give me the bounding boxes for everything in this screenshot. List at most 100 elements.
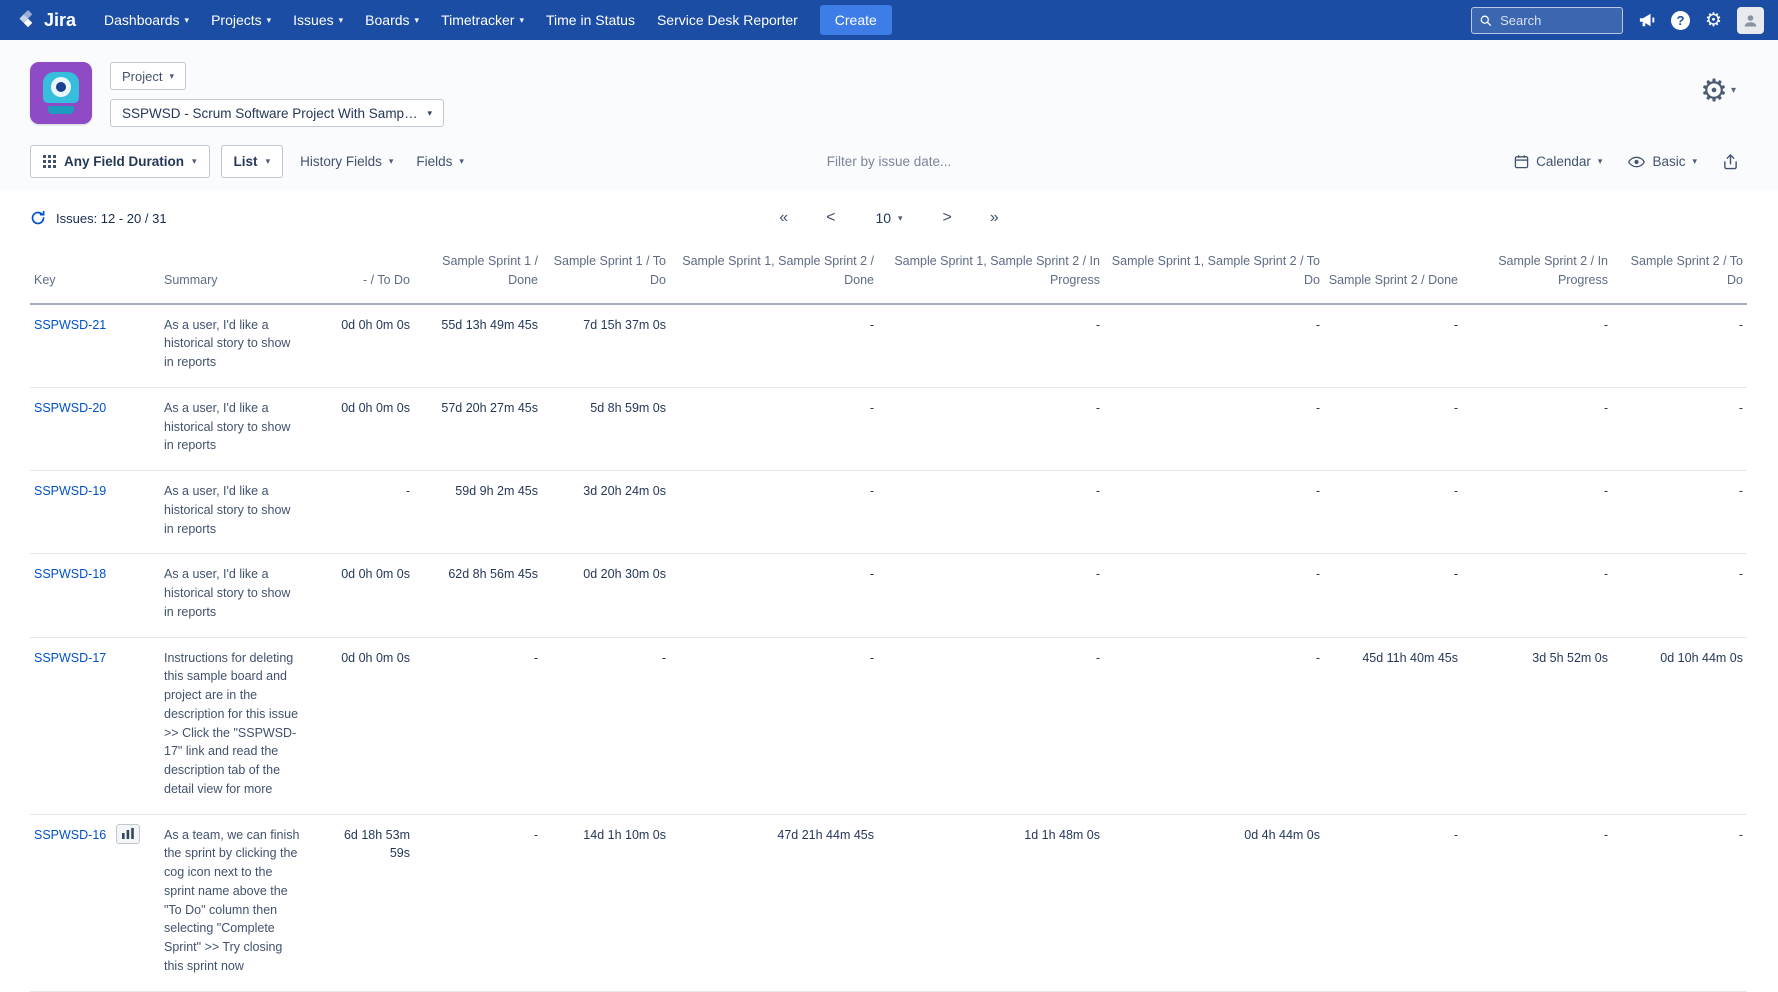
chevron-down-icon: ▾ <box>389 157 394 166</box>
display-mode-dropdown[interactable]: Basic ▾ <box>1622 148 1703 175</box>
issue-summary: As a user, I'd like a historical story t… <box>160 471 330 554</box>
column-header: Summary <box>160 246 330 304</box>
duration-cell: 3d 5h 52m 0s <box>1462 637 1612 814</box>
duration-cell: 0d 0h 0m 0s <box>330 304 414 388</box>
issue-key-cell: SSPWSD-18 <box>30 554 160 637</box>
pagination-next-button[interactable]: > <box>939 207 956 229</box>
chevron-down-icon: ▾ <box>1598 157 1603 166</box>
duration-cell: - <box>670 304 878 388</box>
duration-cell: 55d 13h 49m 45s <box>414 304 542 388</box>
project-select-dropdown[interactable]: SSPWSD - Scrum Software Project With Sam… <box>110 99 444 127</box>
duration-cell: - <box>1612 471 1747 554</box>
table-row: SSPWSD-21 As a user, I'd like a historica… <box>30 304 1747 388</box>
duration-cell: - <box>1324 387 1462 470</box>
pagination-last-button[interactable]: » <box>986 207 1003 229</box>
create-button[interactable]: Create <box>820 5 892 35</box>
jira-logo[interactable]: Jira <box>18 10 76 31</box>
issue-key-link[interactable]: SSPWSD-21 <box>34 316 106 335</box>
nav-item-projects[interactable]: Projects▾ <box>201 6 281 34</box>
duration-cell: - <box>330 471 414 554</box>
issue-key-link[interactable]: SSPWSD-16 <box>34 826 106 845</box>
help-icon[interactable]: ? <box>1671 11 1690 30</box>
duration-cell: 45d 11h 40m 45s <box>1324 637 1462 814</box>
duration-cell: - <box>414 814 542 991</box>
duration-cell: - <box>1104 387 1324 470</box>
duration-cell: 6d 18h 53m 59s <box>330 814 414 991</box>
nav-item-dashboards[interactable]: Dashboards▾ <box>94 6 199 34</box>
duration-cell: - <box>1462 471 1612 554</box>
table-header-row: KeySummary- / To DoSample Sprint 1 / Don… <box>30 246 1747 304</box>
duration-cell: - <box>1462 554 1612 637</box>
user-avatar[interactable] <box>1737 7 1764 34</box>
issue-key-link[interactable]: SSPWSD-18 <box>34 565 106 584</box>
issue-summary: As a user, I'd like a historical story t… <box>160 387 330 470</box>
search-input[interactable] <box>1498 12 1614 29</box>
pagination-first-button[interactable]: « <box>775 207 792 229</box>
field-duration-dropdown[interactable]: Any Field Duration ▾ <box>30 145 210 178</box>
chart-icon[interactable] <box>116 824 140 844</box>
duration-cell: 14d 1h 10m 0s <box>542 814 670 991</box>
eye-icon <box>1628 156 1645 168</box>
calendar-icon <box>1514 154 1529 169</box>
issue-key-cell: SSPWSD-16 <box>30 814 160 991</box>
nav-item-boards[interactable]: Boards▾ <box>355 6 429 34</box>
chevron-down-icon: ▾ <box>339 16 344 25</box>
issue-summary: As a user, I'd like a historical story t… <box>160 304 330 388</box>
duration-cell: 0d 0h 0m 0s <box>330 637 414 814</box>
scope-type-dropdown[interactable]: Project ▾ <box>110 62 186 90</box>
duration-cell: - <box>878 471 1104 554</box>
nav-item-service-desk-reporter[interactable]: Service Desk Reporter <box>647 6 808 34</box>
chevron-down-icon: ▾ <box>192 157 197 166</box>
duration-cell: - <box>878 304 1104 388</box>
view-mode-dropdown[interactable]: List ▾ <box>221 145 284 178</box>
issue-key-link[interactable]: SSPWSD-20 <box>34 399 106 418</box>
chevron-down-icon: ▾ <box>1692 157 1697 166</box>
nav-item-timetracker[interactable]: Timetracker▾ <box>431 6 534 34</box>
history-fields-dropdown[interactable]: History Fields ▾ <box>294 148 399 175</box>
report-settings-gear[interactable]: ⚙ ▾ <box>1694 74 1742 107</box>
duration-cell: 3d 20h 24m 0s <box>542 471 670 554</box>
person-icon <box>1743 12 1758 29</box>
table-row: SSPWSD-20 As a user, I'd like a historica… <box>30 387 1747 470</box>
nav-item-issues[interactable]: Issues▾ <box>283 6 353 34</box>
column-header: Key <box>30 246 160 304</box>
issue-key-cell: SSPWSD-21 <box>30 304 160 388</box>
duration-cell: 1d 1h 48m 0s <box>878 814 1104 991</box>
brand-name: Jira <box>44 10 76 31</box>
chevron-down-icon: ▾ <box>415 16 420 25</box>
duration-cell: - <box>542 637 670 814</box>
announcements-icon[interactable] <box>1638 12 1656 28</box>
refresh-icon[interactable] <box>30 210 46 226</box>
issue-summary: As a user, I'd like a historical story t… <box>160 554 330 637</box>
issue-date-filter-input[interactable] <box>739 153 1039 170</box>
chevron-down-icon: ▾ <box>266 157 271 166</box>
gear-icon: ⚙ <box>1700 75 1728 106</box>
duration-cell: - <box>1462 814 1612 991</box>
export-button[interactable] <box>1717 147 1744 176</box>
duration-cell: - <box>670 471 878 554</box>
duration-cell: - <box>1612 554 1747 637</box>
duration-cell: - <box>1612 304 1747 388</box>
duration-cell: - <box>1324 554 1462 637</box>
pagination-prev-button[interactable]: < <box>822 207 839 229</box>
nav-menu: Dashboards▾Projects▾Issues▾Boards▾Timetr… <box>94 6 808 34</box>
column-header: Sample Sprint 1 / Done <box>414 246 542 304</box>
settings-icon[interactable]: ⚙ <box>1705 11 1722 30</box>
issue-key-cell: SSPWSD-20 <box>30 387 160 470</box>
table-row: SSPWSD-16As a team, we can finish the sp… <box>30 814 1747 991</box>
column-header: Sample Sprint 2 / To Do <box>1612 246 1747 304</box>
page-size-dropdown[interactable]: 10 ▾ <box>869 209 908 227</box>
duration-cell: 0d 4h 44m 0s <box>1104 814 1324 991</box>
nav-item-time-in-status[interactable]: Time in Status <box>536 6 645 34</box>
calendar-dropdown[interactable]: Calendar ▾ <box>1508 148 1608 175</box>
nav-search[interactable] <box>1471 7 1623 34</box>
issue-key-link[interactable]: SSPWSD-19 <box>34 482 106 501</box>
chevron-down-icon: ▾ <box>267 16 272 25</box>
issue-key-cell: SSPWSD-19 <box>30 471 160 554</box>
fields-dropdown[interactable]: Fields ▾ <box>410 148 470 175</box>
issue-key-link[interactable]: SSPWSD-17 <box>34 649 106 668</box>
chevron-down-icon: ▾ <box>185 16 190 25</box>
duration-cell: 0d 0h 0m 0s <box>330 554 414 637</box>
project-avatar[interactable] <box>30 62 92 124</box>
chevron-down-icon: ▾ <box>169 72 174 81</box>
